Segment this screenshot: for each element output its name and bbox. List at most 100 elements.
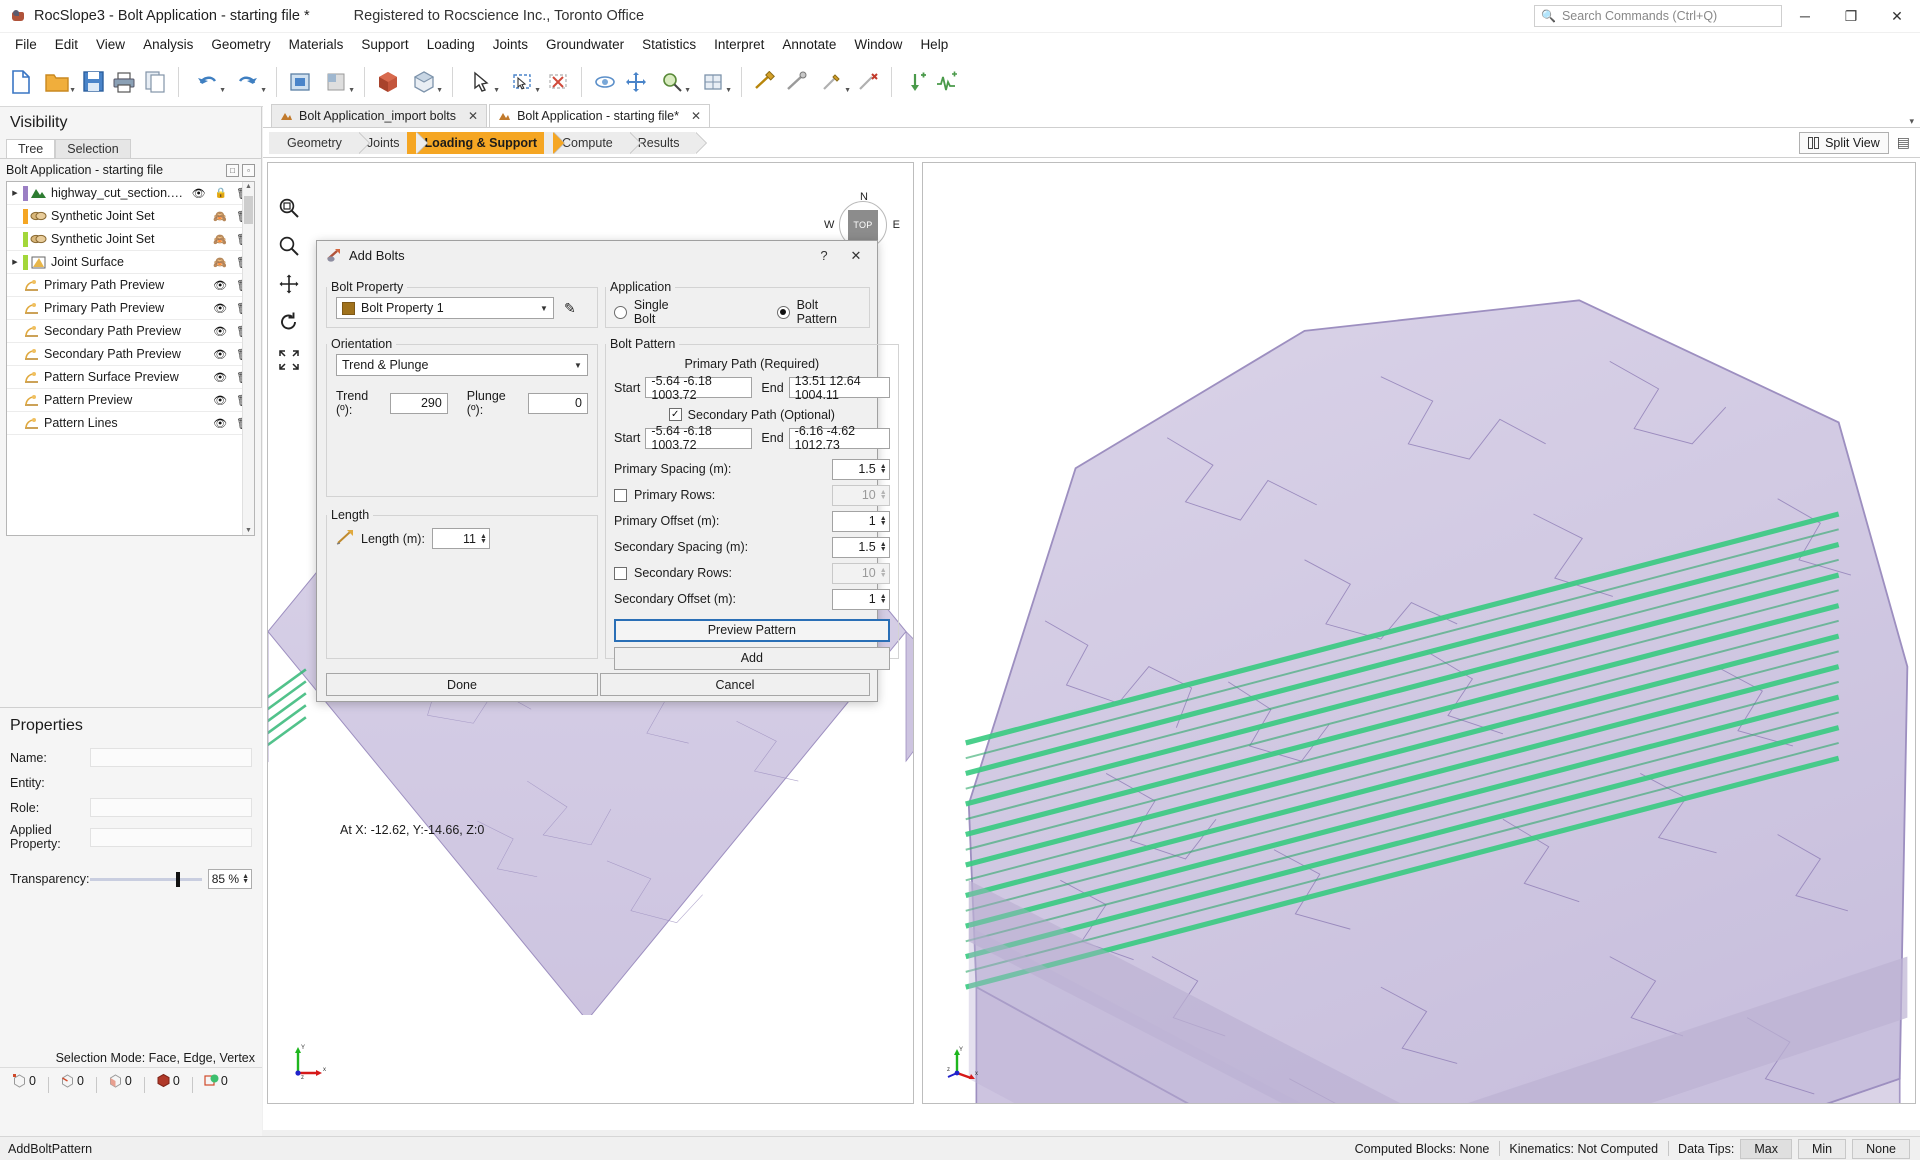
visibility-toggle-icon[interactable]: 👁: [213, 394, 227, 407]
menu-materials[interactable]: Materials: [280, 35, 353, 54]
stepper-arrows-icon[interactable]: ▲ ▼: [242, 873, 249, 885]
deselect-icon[interactable]: [543, 65, 573, 99]
visibility-toggle-icon[interactable]: 🙈: [213, 210, 227, 223]
print-icon[interactable]: [109, 65, 139, 99]
add-support-icon[interactable]: [781, 65, 811, 99]
menu-joints[interactable]: Joints: [484, 35, 537, 54]
tab-tree[interactable]: Tree: [6, 139, 56, 158]
primary-end-input[interactable]: 13.51 12.64 1004.11: [788, 374, 890, 402]
menu-window[interactable]: Window: [845, 35, 911, 54]
doc-tab-starting-file[interactable]: Bolt Application - starting file* ✕: [489, 104, 711, 127]
visibility-toggle-icon[interactable]: 👁: [213, 279, 227, 292]
zoom-window-icon[interactable]: [276, 195, 302, 221]
edit-support-icon[interactable]: ▼: [812, 65, 852, 99]
dialog-close-button[interactable]: ✕: [841, 243, 871, 268]
lock-icon[interactable]: 🔒: [215, 188, 227, 199]
menu-loading[interactable]: Loading: [418, 35, 484, 54]
primary-offset-input[interactable]: 1 ▲ ▼: [831, 510, 890, 532]
menu-interpret[interactable]: Interpret: [705, 35, 773, 54]
chevron-down-icon[interactable]: ▼: [569, 361, 587, 370]
secondary-offset-input[interactable]: 1 ▲ ▼: [831, 588, 890, 610]
select-all-icon[interactable]: [285, 65, 315, 99]
secondary-end-input[interactable]: -6.16 -4.62 1012.73: [788, 424, 890, 452]
zoom-icon[interactable]: [276, 233, 302, 259]
plunge-input[interactable]: 0: [527, 392, 588, 414]
pencil-icon[interactable]: ✎: [564, 300, 576, 317]
done-button[interactable]: Done: [326, 673, 598, 696]
collapse-all-icon[interactable]: ▫: [242, 163, 255, 177]
split-view-button[interactable]: Split View: [1799, 131, 1889, 154]
tree-item-pattern-surface-preview[interactable]: Pattern Surface Preview 👁 🗑: [7, 366, 254, 389]
visibility-toggle-icon[interactable]: 👁: [213, 348, 227, 361]
secondary-rows-checkbox-indicator[interactable]: [614, 566, 627, 580]
menu-view[interactable]: View: [87, 35, 134, 54]
dialog-help-button[interactable]: ?: [809, 243, 839, 268]
length-input[interactable]: 11 ▲ ▼: [431, 528, 490, 549]
doc-tabs-overflow[interactable]: ▾: [1909, 116, 1920, 127]
view-orientation-icon[interactable]: ▼: [693, 65, 733, 99]
radio-single-bolt-indicator[interactable]: [614, 305, 627, 319]
rotate-view-icon[interactable]: [590, 65, 620, 99]
add-bolts-dialog[interactable]: Add Bolts ? ✕ Bolt Property Bolt Propert…: [316, 240, 899, 702]
display-mode-icon[interactable]: ▼: [316, 65, 356, 99]
zoom-all-icon[interactable]: [276, 347, 302, 373]
viewport-3d-view[interactable]: Y x z: [922, 162, 1916, 1104]
delete-support-icon[interactable]: [853, 65, 883, 99]
bolt-property-select[interactable]: Bolt Property 1 ▼: [336, 297, 554, 319]
data-tips-none-button[interactable]: None: [1852, 1138, 1910, 1159]
close-button[interactable]: ✕: [1874, 0, 1920, 33]
tree-item-secondary-path-preview-1[interactable]: Secondary Path Preview 👁 🗑: [7, 320, 254, 343]
transparency-value[interactable]: 85 % ▲ ▼: [208, 869, 252, 889]
tree-item-primary-path-preview-2[interactable]: Primary Path Preview 👁 🗑: [7, 297, 254, 320]
viewport-layout-icon[interactable]: ▤: [1897, 134, 1910, 151]
pan-view-icon[interactable]: [621, 65, 651, 99]
orientation-mode-select[interactable]: Trend & Plunge ▼: [336, 354, 588, 376]
menu-help[interactable]: Help: [911, 35, 957, 54]
pan-icon[interactable]: [276, 271, 302, 297]
step-geometry[interactable]: Geometry: [269, 131, 370, 154]
cancel-button[interactable]: Cancel: [600, 673, 870, 696]
secondary-start-input[interactable]: -5.64 -6.18 1003.72: [645, 424, 753, 452]
secondary-spacing-input[interactable]: 1.5 ▲ ▼: [831, 536, 890, 558]
stepper-arrows-icon[interactable]: ▲ ▼: [880, 593, 887, 605]
tree-item-secondary-path-preview-2[interactable]: Secondary Path Preview 👁 🗑: [7, 343, 254, 366]
visibility-toggle-icon[interactable]: 👁: [192, 187, 206, 200]
tree-scrollbar[interactable]: ▲ ▼: [242, 182, 254, 535]
visibility-toggle-icon[interactable]: 👁: [213, 371, 227, 384]
visibility-toggle-icon[interactable]: 👁: [213, 325, 227, 338]
data-tips-max-button[interactable]: Max: [1740, 1138, 1792, 1159]
radio-bolt-pattern[interactable]: Bolt Pattern: [776, 298, 861, 326]
chevron-down-icon[interactable]: ▼: [535, 304, 553, 313]
menu-edit[interactable]: Edit: [46, 35, 87, 54]
tree-item-joint-surface[interactable]: ▶ Joint Surface 🙈 🗑: [7, 251, 254, 274]
secondary-path-checkbox-indicator[interactable]: ✓: [668, 408, 682, 421]
rotate-icon[interactable]: [276, 309, 302, 335]
new-file-icon[interactable]: [6, 65, 36, 99]
tree-item-joint-set-2[interactable]: Synthetic Joint Set 🙈 🗑: [7, 228, 254, 251]
menu-support[interactable]: Support: [352, 35, 417, 54]
close-icon[interactable]: ✕: [691, 109, 701, 123]
primary-rows-checkbox[interactable]: Primary Rows:: [614, 488, 715, 502]
chevron-down-icon[interactable]: ▾: [1909, 116, 1914, 127]
tree-item-pattern-lines[interactable]: Pattern Lines 👁 🗑: [7, 412, 254, 435]
menu-file[interactable]: File: [6, 35, 46, 54]
radio-bolt-pattern-indicator[interactable]: [776, 305, 790, 319]
cube-view-icon[interactable]: ▼: [404, 65, 444, 99]
minimize-button[interactable]: ─: [1782, 0, 1828, 33]
add-button[interactable]: Add: [614, 646, 890, 670]
doc-tab-import-bolts[interactable]: Bolt Application_import bolts ✕: [271, 104, 488, 127]
visibility-toggle-icon[interactable]: 👁: [213, 417, 227, 430]
block-view-icon[interactable]: [373, 65, 403, 99]
step-loading-support[interactable]: Loading & Support: [406, 131, 566, 154]
transparency-slider[interactable]: [90, 870, 202, 888]
expand-arrow-icon[interactable]: ▶: [7, 258, 23, 266]
primary-spacing-input[interactable]: 1.5 ▲ ▼: [831, 458, 890, 480]
tree-item-primary-path-preview-1[interactable]: Primary Path Preview 👁 🗑: [7, 274, 254, 297]
name-field[interactable]: [90, 748, 252, 767]
compass-cube[interactable]: TOP: [848, 210, 878, 240]
tab-selection[interactable]: Selection: [55, 139, 131, 158]
visibility-toggle-icon[interactable]: 🙈: [213, 256, 227, 269]
add-bolt-icon[interactable]: [750, 65, 780, 99]
visibility-toggle-icon[interactable]: 🙈: [213, 233, 227, 246]
stepper-arrows-icon[interactable]: ▲ ▼: [880, 489, 887, 501]
